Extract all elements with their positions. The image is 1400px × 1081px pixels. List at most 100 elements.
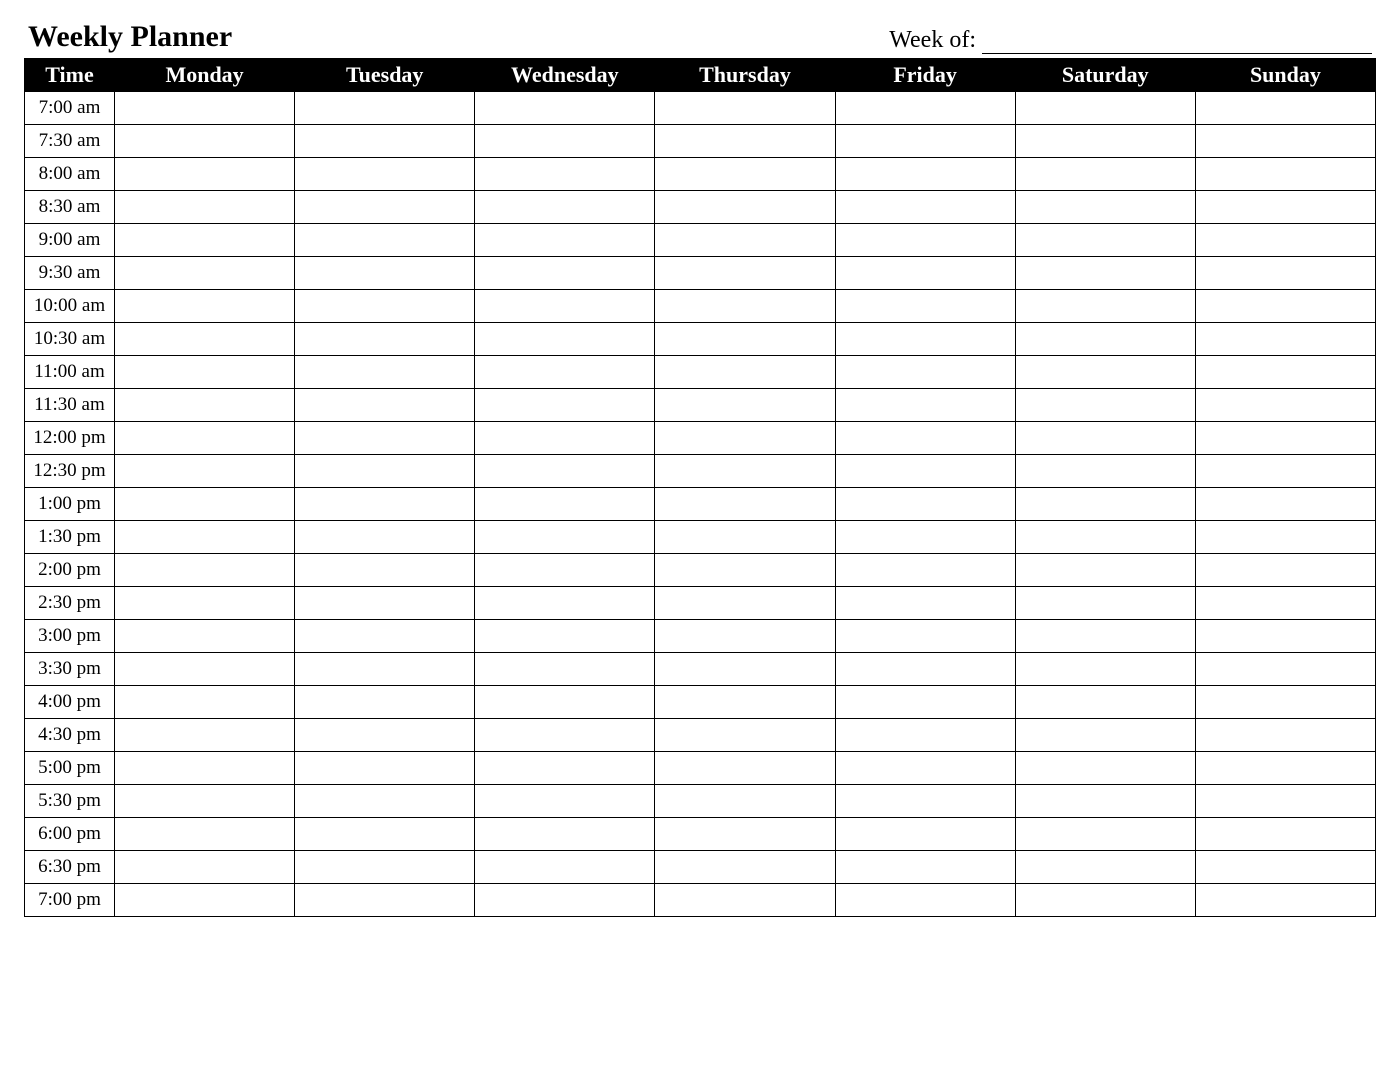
entry-cell[interactable] [1195,884,1375,917]
entry-cell[interactable] [475,620,655,653]
entry-cell[interactable] [835,719,1015,752]
entry-cell[interactable] [115,125,295,158]
entry-cell[interactable] [1195,620,1375,653]
entry-cell[interactable] [1195,323,1375,356]
entry-cell[interactable] [295,719,475,752]
entry-cell[interactable] [295,455,475,488]
entry-cell[interactable] [475,224,655,257]
entry-cell[interactable] [655,356,835,389]
entry-cell[interactable] [115,785,295,818]
entry-cell[interactable] [295,521,475,554]
entry-cell[interactable] [475,488,655,521]
entry-cell[interactable] [475,884,655,917]
entry-cell[interactable] [1015,455,1195,488]
entry-cell[interactable] [475,323,655,356]
entry-cell[interactable] [1015,191,1195,224]
entry-cell[interactable] [1015,125,1195,158]
entry-cell[interactable] [655,884,835,917]
entry-cell[interactable] [295,686,475,719]
entry-cell[interactable] [835,752,1015,785]
entry-cell[interactable] [295,290,475,323]
entry-cell[interactable] [835,851,1015,884]
entry-cell[interactable] [655,851,835,884]
entry-cell[interactable] [295,158,475,191]
entry-cell[interactable] [295,125,475,158]
entry-cell[interactable] [1015,290,1195,323]
entry-cell[interactable] [1015,587,1195,620]
entry-cell[interactable] [835,653,1015,686]
entry-cell[interactable] [835,455,1015,488]
entry-cell[interactable] [1195,191,1375,224]
entry-cell[interactable] [1015,521,1195,554]
entry-cell[interactable] [1015,620,1195,653]
entry-cell[interactable] [1015,818,1195,851]
entry-cell[interactable] [655,620,835,653]
entry-cell[interactable] [1015,158,1195,191]
entry-cell[interactable] [655,224,835,257]
entry-cell[interactable] [295,422,475,455]
entry-cell[interactable] [655,587,835,620]
entry-cell[interactable] [475,653,655,686]
entry-cell[interactable] [295,752,475,785]
entry-cell[interactable] [835,323,1015,356]
entry-cell[interactable] [1015,224,1195,257]
entry-cell[interactable] [835,191,1015,224]
entry-cell[interactable] [295,257,475,290]
entry-cell[interactable] [1195,488,1375,521]
entry-cell[interactable] [835,818,1015,851]
entry-cell[interactable] [1195,389,1375,422]
entry-cell[interactable] [1195,587,1375,620]
entry-cell[interactable] [1195,290,1375,323]
entry-cell[interactable] [835,125,1015,158]
entry-cell[interactable] [1015,488,1195,521]
entry-cell[interactable] [475,587,655,620]
entry-cell[interactable] [655,818,835,851]
entry-cell[interactable] [655,290,835,323]
entry-cell[interactable] [655,125,835,158]
entry-cell[interactable] [655,191,835,224]
entry-cell[interactable] [475,191,655,224]
entry-cell[interactable] [655,719,835,752]
entry-cell[interactable] [475,554,655,587]
entry-cell[interactable] [655,653,835,686]
entry-cell[interactable] [115,719,295,752]
entry-cell[interactable] [835,587,1015,620]
entry-cell[interactable] [835,224,1015,257]
entry-cell[interactable] [1195,719,1375,752]
entry-cell[interactable] [475,851,655,884]
entry-cell[interactable] [1195,752,1375,785]
entry-cell[interactable] [295,389,475,422]
entry-cell[interactable] [475,521,655,554]
entry-cell[interactable] [655,158,835,191]
entry-cell[interactable] [115,158,295,191]
entry-cell[interactable] [115,323,295,356]
entry-cell[interactable] [295,818,475,851]
entry-cell[interactable] [1015,257,1195,290]
entry-cell[interactable] [835,620,1015,653]
entry-cell[interactable] [115,191,295,224]
entry-cell[interactable] [115,356,295,389]
entry-cell[interactable] [115,884,295,917]
entry-cell[interactable] [655,488,835,521]
entry-cell[interactable] [475,290,655,323]
entry-cell[interactable] [1195,257,1375,290]
entry-cell[interactable] [1195,521,1375,554]
entry-cell[interactable] [295,587,475,620]
entry-cell[interactable] [1195,224,1375,257]
entry-cell[interactable] [1015,752,1195,785]
entry-cell[interactable] [655,521,835,554]
entry-cell[interactable] [1015,785,1195,818]
entry-cell[interactable] [835,158,1015,191]
entry-cell[interactable] [835,686,1015,719]
entry-cell[interactable] [1015,719,1195,752]
entry-cell[interactable] [475,92,655,125]
entry-cell[interactable] [295,620,475,653]
entry-cell[interactable] [115,653,295,686]
entry-cell[interactable] [475,818,655,851]
entry-cell[interactable] [835,521,1015,554]
entry-cell[interactable] [295,92,475,125]
entry-cell[interactable] [115,686,295,719]
entry-cell[interactable] [115,224,295,257]
entry-cell[interactable] [475,356,655,389]
entry-cell[interactable] [475,257,655,290]
